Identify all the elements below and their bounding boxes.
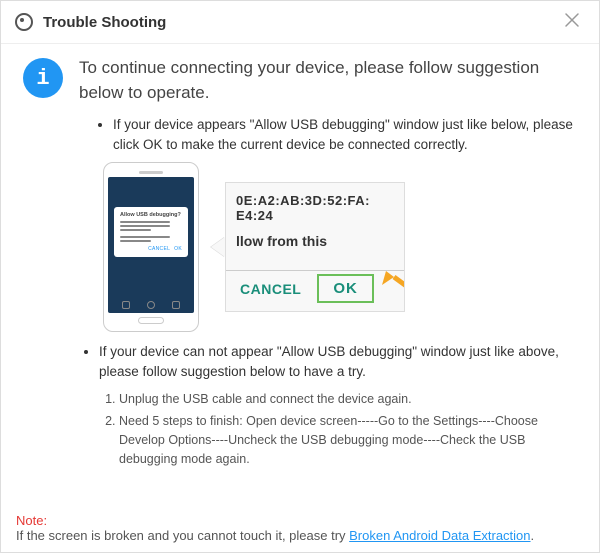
info-icon: i <box>23 58 63 98</box>
titlebar: Trouble Shooting <box>1 1 599 44</box>
step-2-text: If your device can not appear "Allow USB… <box>99 342 577 381</box>
allow-text: llow from this <box>236 233 404 249</box>
substep-2: Need 5 steps to finish: Open device scre… <box>119 412 577 468</box>
close-icon[interactable] <box>559 11 585 33</box>
callout-pointer-icon <box>211 237 225 257</box>
cancel-button[interactable]: CANCEL <box>240 281 301 297</box>
mac-line-2: E4:24 <box>236 208 404 223</box>
note-text-after: . <box>531 528 535 543</box>
note-text-before: If the screen is broken and you cannot t… <box>16 528 349 543</box>
note-label: Note: <box>16 513 47 528</box>
content: i To continue connecting your device, pl… <box>1 44 599 483</box>
phone-mockup: Allow USB debugging? CANCELOK <box>103 162 199 332</box>
window-title: Trouble Shooting <box>43 14 559 31</box>
substep-1: Unplug the USB cable and connect the dev… <box>119 390 577 409</box>
phone-dialog-title: Allow USB debugging? <box>120 212 182 218</box>
dialog-zoom: 0E:A2:AB:3D:52:FA: E4:24 llow from this … <box>225 182 405 312</box>
ok-button[interactable]: OK <box>317 274 374 303</box>
footer-note: Note: If the screen is broken and you ca… <box>16 513 584 543</box>
illustration: Allow USB debugging? CANCELOK 0E:A2:AB:3… <box>103 162 577 332</box>
phone-dialog: Allow USB debugging? CANCELOK <box>114 207 188 257</box>
mac-line-1: 0E:A2:AB:3D:52:FA: <box>236 193 404 208</box>
substeps: Unplug the USB cable and connect the dev… <box>23 390 577 469</box>
step-1-text: If your device appears "Allow USB debugg… <box>113 115 577 154</box>
headline: To continue connecting your device, plea… <box>79 56 577 105</box>
app-icon <box>15 13 33 31</box>
broken-android-link[interactable]: Broken Android Data Extraction <box>349 528 530 543</box>
